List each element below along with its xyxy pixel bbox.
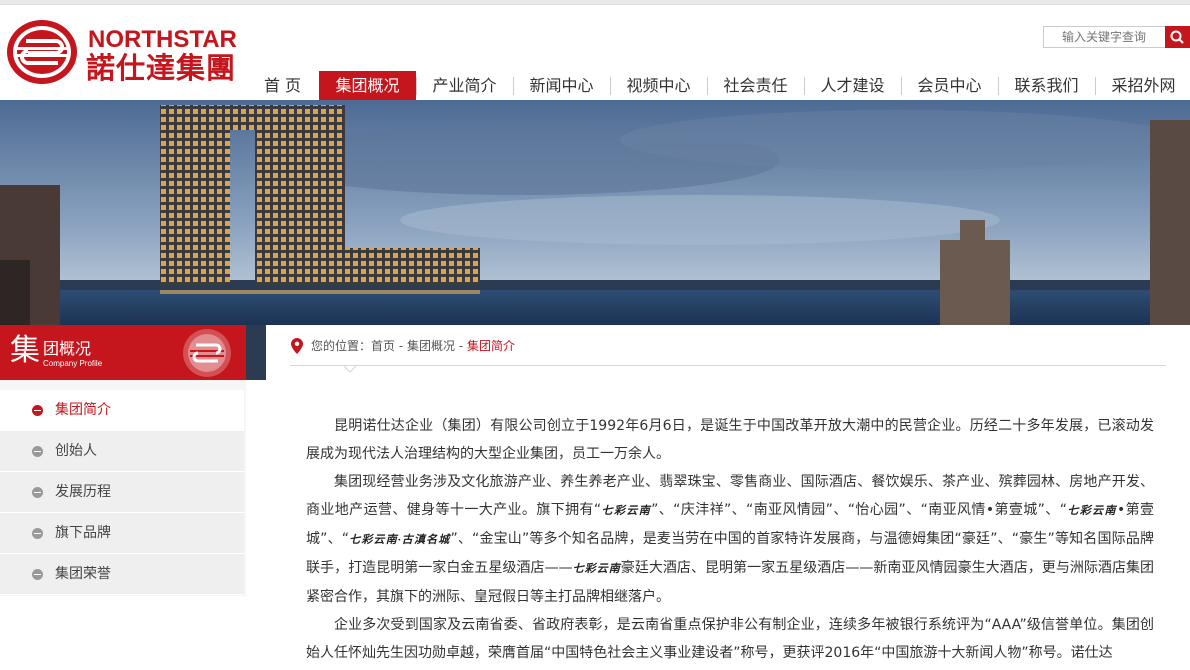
sidebar-item[interactable]: 集团荣誉	[0, 554, 244, 595]
bullet-icon	[32, 446, 43, 457]
nav-item[interactable]: 新闻中心	[513, 71, 610, 101]
banner-photo	[0, 100, 1190, 325]
main-nav: 首 页集团概况 产业简介 新闻中心 视频中心 社会责任 人才建设 会员中心 联系我们 采招外网	[246, 71, 1190, 101]
search-button[interactable]	[1165, 26, 1190, 48]
location-pin-icon	[291, 338, 303, 354]
sidebar-item-label: 创始人	[55, 443, 97, 459]
company-logo[interactable]: NORTHSTAR 諾仕達集團	[6, 19, 237, 89]
nav-item[interactable]: 采招外网	[1095, 71, 1190, 101]
sidebar-accent-strip	[246, 325, 266, 380]
breadcrumb: 您的位置：首页 - 集团概况 - 集团简介	[290, 332, 1166, 366]
logo-english-text: NORTHSTAR	[88, 26, 237, 53]
sidebar-item[interactable]: 创始人	[0, 431, 244, 472]
search-box	[1043, 26, 1190, 48]
nav-item[interactable]: 社会责任	[707, 71, 804, 101]
sidebar-item-label: 集团简介	[55, 402, 111, 418]
sidebar-item[interactable]: 集团简介	[0, 390, 244, 431]
nav-item[interactable]: 视频中心	[610, 71, 707, 101]
sidebar-item-label: 旗下品牌	[55, 525, 111, 541]
site-header: NORTHSTAR 諾仕達集團 首 页集团概况产业简介新闻中心视频中心社会责任人…	[0, 5, 1190, 101]
nav-item[interactable]: 产业简介	[416, 71, 513, 101]
sidebar-item-label: 发展历程	[55, 484, 111, 500]
brand-logo-text: 七彩云南	[1066, 505, 1117, 517]
brand-logo-text: 七彩云南	[572, 563, 621, 575]
breadcrumb-section-link[interactable]: 集团概况	[407, 339, 455, 353]
bullet-icon	[32, 405, 43, 416]
breadcrumb-text: 您的位置：首页 - 集团概况 - 集团简介	[311, 338, 515, 354]
sidebar-title-big: 集	[10, 333, 40, 368]
nav-item[interactable]: 人才建设	[804, 71, 901, 101]
article-paragraph: 集团现经营业务涉及文化旅游产业、养生养老产业、翡翠珠宝、零售商业、国际酒店、餐饮…	[306, 468, 1154, 611]
bullet-icon	[32, 528, 43, 539]
bullet-icon	[32, 487, 43, 498]
hero-banner	[0, 100, 1190, 325]
sidebar-item[interactable]: 发展历程	[0, 472, 244, 513]
nav-item[interactable]: 集团概况	[319, 71, 416, 101]
logo-chinese-text: 諾仕達集團	[86, 53, 237, 85]
sidebar-header: 集 团概况 Company Profile	[0, 325, 246, 380]
breadcrumb-home-link[interactable]: 首页	[371, 339, 395, 353]
search-input[interactable]	[1043, 26, 1165, 48]
sidebar-menu: 集团简介创始人发展历程旗下品牌集团荣誉	[0, 390, 244, 595]
article-body: 昆明诺仕达企业（集团）有限公司创立于1992年6月6日，是诞生于中国改革开放大潮…	[306, 412, 1154, 667]
search-icon	[1170, 30, 1184, 44]
brand-logo-text: 七彩云南·古滇名城	[349, 534, 451, 546]
breadcrumb-current: 集团简介	[466, 339, 515, 353]
sidebar-item-label: 集团荣誉	[55, 566, 111, 582]
breadcrumb-separator: -	[455, 339, 467, 353]
article-paragraph: 昆明诺仕达企业（集团）有限公司创立于1992年6月6日，是诞生于中国改革开放大潮…	[306, 418, 1154, 462]
nav-item[interactable]: 首 页	[246, 71, 319, 101]
bullet-icon	[32, 569, 43, 580]
sidebar-title: 团概况	[43, 339, 92, 358]
nav-item[interactable]: 联系我们	[998, 71, 1095, 101]
sidebar-subtitle: Company Profile	[43, 359, 103, 368]
brand-logo-text: 七彩云南	[601, 505, 652, 517]
sidebar-logo-icon	[183, 329, 231, 377]
breadcrumb-separator: -	[395, 339, 407, 353]
breadcrumb-prefix: 您的位置：	[311, 339, 372, 353]
logo-mark-icon	[7, 20, 77, 84]
sidebar-item[interactable]: 旗下品牌	[0, 513, 244, 554]
article-text: ”、“庆沣祥”、“南亚风情园”、“怡心园”、“南亚风情•第壹城”、“	[651, 502, 1067, 518]
breadcrumb-notch	[344, 366, 356, 373]
article-paragraph: 企业多次受到国家及云南省委、省政府表彰，是云南省重点保护非公有制企业，连续多年被…	[306, 617, 1154, 661]
nav-item[interactable]: 会员中心	[901, 71, 998, 101]
